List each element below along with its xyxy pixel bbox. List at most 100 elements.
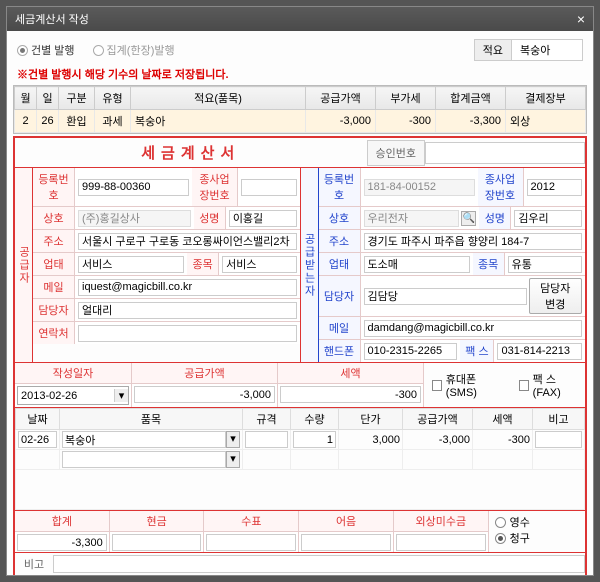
- sms-checkbox[interactable]: 휴대폰(SMS): [432, 371, 499, 399]
- radio-single-issue[interactable]: 건별 발행: [17, 42, 75, 58]
- sum-check-input[interactable]: [206, 534, 296, 551]
- ln-col-qty: 수량: [291, 409, 339, 430]
- buyer-mgr-input[interactable]: [364, 288, 527, 305]
- cell-div: 환입: [59, 110, 95, 133]
- radio-batch-issue[interactable]: 집계(한장)발행: [93, 42, 175, 58]
- sum-total-label: 합계: [15, 511, 109, 532]
- date-field[interactable]: [18, 387, 114, 404]
- supplier-reg-input[interactable]: [78, 179, 189, 196]
- supplier-tab: 공급자: [15, 168, 33, 362]
- supplier-biz-input[interactable]: [78, 256, 184, 273]
- table-row[interactable]: 2 26 환입 과세 복숭아 -3,000 -300 -3,300 외상: [15, 110, 586, 133]
- mid-supply-input[interactable]: [134, 386, 275, 403]
- col-day: 일: [37, 87, 59, 110]
- close-icon[interactable]: ×: [577, 11, 585, 27]
- fax-checkbox[interactable]: 팩 스(FAX): [519, 371, 577, 399]
- ln-date-input[interactable]: [18, 431, 57, 448]
- buyer-sub-label: 종사업장번호: [478, 168, 524, 206]
- col-book: 결제장부: [506, 87, 586, 110]
- radio-single-label: 건별 발행: [31, 42, 75, 58]
- opt-receipt-label: 영수: [510, 514, 530, 530]
- mid-date-label: 작성일자: [15, 363, 131, 384]
- sum-unpaid-input[interactable]: [396, 534, 486, 551]
- supplier-tel-input[interactable]: [78, 325, 297, 342]
- ln-qty-input[interactable]: [293, 431, 336, 448]
- buyer-mobile-label: 핸드폰: [319, 340, 361, 362]
- titlebar: 세금계산서 작성 ×: [7, 7, 593, 31]
- buyer-sub-input[interactable]: [527, 179, 583, 196]
- chevron-down-icon[interactable]: ▾: [226, 431, 240, 448]
- cell-type: 과세: [95, 110, 131, 133]
- supplier-mail-label: 메일: [33, 276, 75, 298]
- ln-note-input[interactable]: [535, 431, 582, 448]
- buyer-item-input[interactable]: [508, 256, 582, 273]
- cell-day: 26: [37, 110, 59, 133]
- radio-receipt[interactable]: 영수: [495, 514, 579, 530]
- radio-icon: [93, 45, 104, 56]
- buyer-name-value: 우리전자: [364, 210, 460, 227]
- supplier-item-label: 종목: [187, 253, 219, 275]
- sum-total-input[interactable]: [17, 534, 107, 551]
- supplier-addr-input[interactable]: [78, 233, 297, 250]
- chevron-down-icon[interactable]: ▾: [226, 451, 240, 468]
- ln-col-date: 날짜: [16, 409, 60, 430]
- col-vat: 부가세: [376, 87, 436, 110]
- ln-spec-input[interactable]: [245, 431, 288, 448]
- supplier-sub-label: 종사업장번호: [192, 168, 238, 206]
- buyer-mail-input[interactable]: [364, 320, 583, 337]
- buyer-ceo-label: 성명: [479, 207, 511, 229]
- change-manager-button[interactable]: 담당자 변경: [529, 278, 583, 314]
- supplier-mgr-input[interactable]: [78, 302, 297, 319]
- supplier-ceo-input[interactable]: [229, 210, 297, 227]
- summary-field: 적요 복숭아: [474, 39, 583, 61]
- search-icon[interactable]: 🔍: [461, 211, 476, 226]
- window-title: 세금계산서 작성: [15, 11, 89, 27]
- line-row[interactable]: ▾ 3,000 -3,000 -300: [16, 430, 585, 450]
- remark-label: 비고: [15, 553, 53, 575]
- cell-total: -3,300: [436, 110, 506, 133]
- summary-value: 복숭아: [512, 40, 582, 60]
- ln-col-price: 단가: [339, 409, 403, 430]
- ln-supply: -3,000: [403, 430, 473, 450]
- invoice-title: 세금계산서: [15, 138, 367, 167]
- mid-tax-label: 세액: [278, 363, 423, 384]
- buyer-mobile-input[interactable]: [364, 343, 458, 360]
- buyer-reg-value: 181-84-00152: [364, 179, 475, 196]
- sum-cash-input[interactable]: [112, 534, 202, 551]
- fax-label: 팩 스(FAX): [533, 371, 577, 399]
- supplier-mail-input[interactable]: [78, 279, 297, 296]
- sum-unpaid-label: 외상미수금: [394, 511, 488, 532]
- buyer-mgr-label: 담당자: [319, 276, 361, 316]
- col-div: 구분: [59, 87, 95, 110]
- remark-input[interactable]: [53, 555, 585, 573]
- supplier-item-input[interactable]: [222, 256, 296, 273]
- buyer-fax-input[interactable]: [497, 343, 582, 360]
- supplier-sub-input[interactable]: [241, 179, 297, 196]
- transaction-grid[interactable]: 월 일 구분 유형 적요(품목) 공급가액 부가세 합계금액 결제장부 2 26…: [13, 85, 587, 134]
- supplier-mgr-label: 담당자: [33, 299, 75, 321]
- line-row[interactable]: ▾: [16, 450, 585, 470]
- radio-icon: [495, 533, 506, 544]
- radio-icon: [495, 517, 506, 528]
- cell-month: 2: [15, 110, 37, 133]
- radio-batch-label: 집계(한장)발행: [107, 42, 175, 58]
- sum-bill-input[interactable]: [301, 534, 391, 551]
- ln-col-item: 품목: [60, 409, 243, 430]
- buyer-addr-input[interactable]: [364, 233, 583, 250]
- buyer-biz-input[interactable]: [364, 256, 470, 273]
- chevron-down-icon[interactable]: ▾: [114, 389, 128, 402]
- ln-price: 3,000: [339, 430, 403, 450]
- ln-col-note: 비고: [533, 409, 585, 430]
- sms-label: 휴대폰(SMS): [446, 371, 499, 399]
- buyer-ceo-input[interactable]: [514, 210, 582, 227]
- date-input[interactable]: ▾: [17, 386, 129, 405]
- line-items-grid[interactable]: 날짜 품목 규격 수량 단가 공급가액 세액 비고 ▾ 3,0: [15, 408, 585, 511]
- radio-invoice[interactable]: 청구: [495, 530, 579, 546]
- ln-col-supply: 공급가액: [403, 409, 473, 430]
- mid-tax-input[interactable]: [280, 386, 421, 403]
- ln-item-input[interactable]: [62, 451, 226, 468]
- ln-item-input[interactable]: [62, 431, 226, 448]
- cell-book: 외상: [506, 110, 586, 133]
- cell-vat: -300: [376, 110, 436, 133]
- supplier-ceo-label: 성명: [194, 207, 226, 229]
